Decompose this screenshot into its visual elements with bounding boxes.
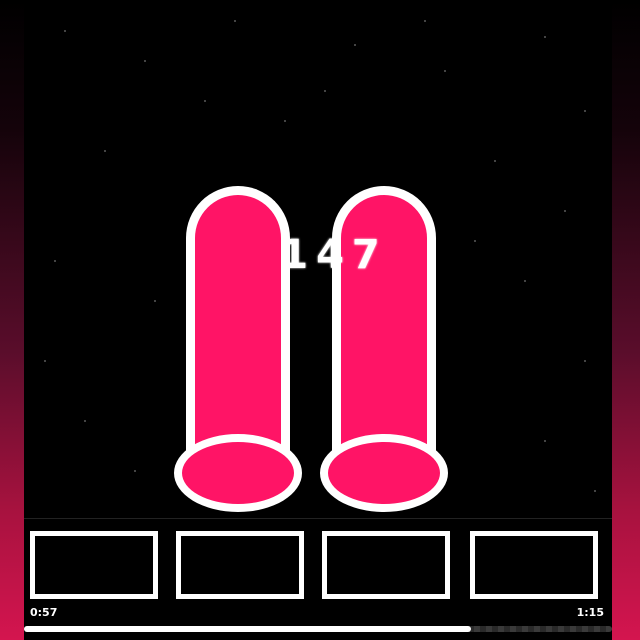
star-dot: [444, 70, 446, 72]
left-tube-base[interactable]: [174, 434, 302, 512]
right-pink-gradient-edge: [612, 0, 640, 640]
star-dot: [564, 210, 566, 212]
star-dot: [84, 420, 86, 422]
star-dot: [104, 150, 106, 152]
star-dot: [524, 280, 526, 282]
star-dot: [354, 44, 356, 46]
right-tube[interactable]: [332, 186, 436, 458]
tile-slot-4[interactable]: [470, 531, 598, 599]
star-dot: [284, 120, 286, 122]
star-dot: [474, 240, 476, 242]
star-dot: [324, 90, 326, 92]
star-dot: [494, 160, 496, 162]
star-dot: [154, 300, 156, 302]
star-dot: [204, 100, 206, 102]
star-dot: [54, 260, 56, 262]
star-dot: [234, 20, 236, 22]
star-dot: [544, 440, 546, 442]
tile-slot-2[interactable]: [176, 531, 304, 599]
score-counter: 147: [280, 232, 388, 278]
star-dot: [584, 110, 586, 112]
tile-row: [24, 518, 612, 611]
right-tube-base[interactable]: [320, 434, 448, 512]
star-dot: [134, 470, 136, 472]
star-dot: [594, 490, 596, 492]
tile-slot-1[interactable]: [30, 531, 158, 599]
game-screen: 147 0:57 1:15: [0, 0, 640, 640]
left-tube[interactable]: [186, 186, 290, 458]
tile-slot-3[interactable]: [322, 531, 450, 599]
star-dot: [544, 36, 546, 38]
left-pink-gradient-edge: [0, 0, 24, 640]
star-dot: [44, 360, 46, 362]
total-time: 1:15: [576, 606, 604, 619]
video-progress-fill: [24, 626, 471, 632]
star-dot: [584, 360, 586, 362]
star-dot: [64, 30, 66, 32]
star-dot: [144, 60, 146, 62]
video-progress-bar[interactable]: [24, 626, 612, 632]
star-dot: [424, 20, 426, 22]
game-stage[interactable]: 147: [24, 0, 612, 516]
elapsed-time: 0:57: [30, 606, 58, 619]
